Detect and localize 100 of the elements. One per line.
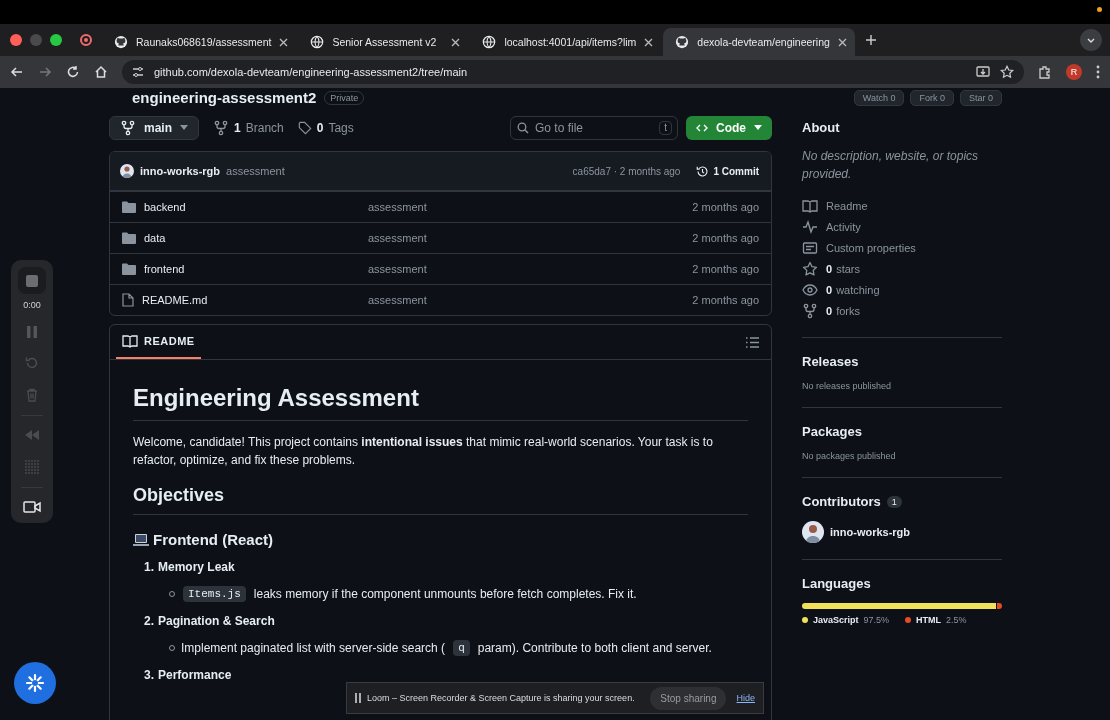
commit-message[interactable]: assessment	[368, 294, 693, 306]
tags-link[interactable]: 0 Tags	[297, 121, 354, 135]
menu-icon[interactable]	[1096, 65, 1100, 79]
caret-icon	[180, 125, 188, 131]
fork-icon	[213, 120, 229, 136]
about-link[interactable]: 0 forks	[802, 300, 1002, 321]
rewind-icon	[24, 430, 40, 441]
about-link[interactable]: Custom properties	[802, 237, 1002, 258]
list-number: 2.	[144, 614, 154, 628]
repo-action-button[interactable]: Fork 0	[910, 90, 954, 106]
close-icon[interactable]	[451, 37, 461, 47]
browser-tab[interactable]: Raunaks068619/assessment	[102, 28, 297, 56]
bookmark-star-icon[interactable]	[1000, 65, 1014, 79]
repo-action-button[interactable]: Star 0	[959, 90, 1002, 106]
commit-hash-time[interactable]: ca65da7 · 2 months ago	[572, 165, 681, 177]
extensions-icon[interactable]	[1038, 65, 1052, 79]
browser-tab[interactable]: dexola-devteam/engineering	[663, 28, 855, 56]
avatar[interactable]	[120, 164, 134, 178]
code-button[interactable]: Code	[686, 116, 772, 140]
contributor-name[interactable]: inno-works-rgb	[830, 526, 911, 538]
file-name[interactable]: backend	[144, 201, 186, 213]
branch-selector[interactable]: main	[109, 116, 199, 140]
pause-icon	[355, 693, 361, 703]
site-settings-icon[interactable]	[132, 66, 144, 78]
search-icon	[517, 122, 529, 134]
home-icon[interactable]	[94, 65, 108, 79]
bullet-text: leaks memory if the component unmounts before fetch completes. Fix it.	[253, 587, 637, 601]
inline-code: Items.js	[183, 586, 246, 602]
fork-icon	[802, 302, 818, 319]
laptop-icon	[133, 532, 149, 547]
file-name[interactable]: data	[144, 232, 166, 244]
close-window-button[interactable]	[10, 34, 22, 46]
commit-message[interactable]: assessment	[368, 263, 693, 275]
back-icon[interactable]	[10, 65, 24, 79]
sharing-message: Loom – Screen Recorder & Screen Capture is sharing your screen.	[367, 693, 636, 703]
packages-heading[interactable]: Packages	[802, 424, 1002, 439]
browser-tab[interactable]: Senior Assessment v2	[298, 28, 469, 56]
record-icon[interactable]	[80, 34, 92, 46]
file-name[interactable]: frontend	[144, 263, 185, 275]
eye-icon	[802, 281, 818, 298]
repo-action-button[interactable]: Watch 0	[853, 90, 905, 106]
commit-time: 2 months ago	[692, 294, 759, 306]
commit-message[interactable]: assessment	[226, 165, 285, 177]
reload-icon[interactable]	[66, 65, 80, 79]
recording-dot	[1097, 7, 1102, 12]
about-link[interactable]: 0 stars	[802, 258, 1002, 279]
repo-name[interactable]: engineering-assessment2	[132, 89, 317, 107]
file-icon	[122, 293, 134, 307]
about-link[interactable]: 0 watching	[802, 279, 1002, 300]
branches-link[interactable]: 1 Branch	[213, 120, 284, 136]
globe-icon	[310, 35, 325, 49]
file-name[interactable]: README.md	[142, 294, 208, 306]
close-icon[interactable]	[837, 37, 847, 47]
asterisk-icon	[25, 673, 45, 693]
objective-title: Pagination & Search	[158, 614, 275, 628]
tab-search-button[interactable]	[1080, 29, 1102, 51]
about-link[interactable]: Activity	[802, 216, 1002, 237]
stop-recording-button[interactable]	[18, 267, 46, 295]
browser-tab[interactable]: localhost:4001/api/items?lim	[470, 28, 662, 56]
grid-icon	[25, 459, 39, 474]
install-icon[interactable]	[976, 65, 990, 79]
book-icon	[802, 197, 818, 214]
objective-title: Performance	[158, 668, 232, 682]
section-heading: Objectives	[133, 485, 748, 515]
bullet-text: param). Contribute to both client and server.	[477, 641, 712, 655]
caret-icon	[754, 125, 762, 131]
close-icon[interactable]	[644, 37, 654, 47]
close-icon[interactable]	[279, 37, 289, 47]
commit-message[interactable]: assessment	[368, 201, 693, 213]
commit-author[interactable]: inno-works-rgb	[140, 165, 221, 177]
contributors-heading[interactable]: Contributors	[802, 494, 881, 509]
address-bar[interactable]: github.com/dexola-devteam/engineering-assessment2/tree/main	[122, 60, 1024, 84]
contributor-avatar[interactable]	[802, 521, 824, 543]
about-description: No description, website, or topics provided.	[802, 148, 980, 183]
commit-message[interactable]: assessment	[368, 232, 693, 244]
language-percent: 97.5%	[863, 615, 890, 625]
commit-time: 2 months ago	[692, 263, 759, 275]
recorder-launcher-button[interactable]	[14, 662, 56, 704]
language-name[interactable]: JavaScript	[813, 615, 859, 625]
language-name[interactable]: HTML	[916, 615, 942, 625]
stop-sharing-button[interactable]: Stop sharing	[650, 686, 727, 710]
folder-icon	[122, 201, 136, 213]
objective-title: Memory Leak	[158, 560, 235, 574]
restart-icon	[25, 356, 39, 371]
new-tab-icon[interactable]	[864, 34, 877, 46]
packages-note: No packages published	[802, 451, 897, 461]
about-link[interactable]: Readme	[802, 195, 1002, 216]
profile-avatar[interactable]: R	[1066, 64, 1082, 80]
commits-link[interactable]: 1 Commit	[696, 164, 759, 178]
hide-link[interactable]: Hide	[736, 693, 755, 703]
github-icon	[114, 35, 128, 49]
recording-time: 0:00	[23, 300, 41, 311]
forward-icon[interactable]	[38, 65, 52, 79]
readme-tab[interactable]: README	[116, 325, 201, 359]
contributors-count: 1	[886, 495, 902, 508]
outline-icon[interactable]	[746, 336, 759, 348]
book-icon	[122, 333, 138, 349]
maximize-window-button[interactable]	[50, 34, 62, 46]
releases-heading[interactable]: Releases	[802, 354, 1002, 369]
note-icon	[802, 239, 818, 256]
